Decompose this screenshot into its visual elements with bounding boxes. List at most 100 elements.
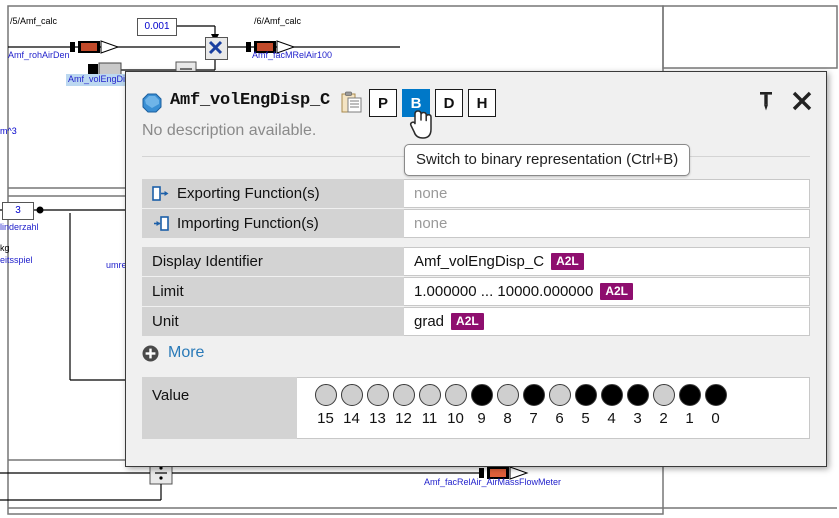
bit-toggle-9[interactable] [470,384,493,406]
bit-column-8[interactable]: 8 [495,384,520,427]
row-display-identifier[interactable]: Display Identifier Amf_volEngDisp_C A2L [142,247,810,276]
bit-index-5: 5 [581,410,590,427]
limit-label: Limit [142,277,404,306]
diagram-label-1: Amf_rohAirDen [8,50,70,60]
bit-index-3: 3 [633,410,642,427]
multiply-block[interactable] [205,37,228,60]
row-unit[interactable]: Unit grad A2L [142,307,810,336]
bit-column-10[interactable]: 10 [443,384,468,427]
bit-column-12[interactable]: 12 [391,384,416,427]
panel-header: Amf_volEngDisp_C P B D H No description … [126,72,826,139]
more-label: More [168,344,205,361]
bit-index-15: 15 [317,410,334,427]
bit-toggle-12[interactable] [392,384,415,406]
unit-value-cell[interactable]: grad A2L [404,307,810,336]
display-identifier-value-cell[interactable]: Amf_volEngDisp_C A2L [404,247,810,276]
constant-block-1[interactable]: 3 [2,202,34,220]
unit-badge: A2L [451,313,484,330]
diagram-label-8: eitsspiel [0,255,33,265]
bit-column-13[interactable]: 13 [365,384,390,427]
bit-toggle-5[interactable] [574,384,597,406]
constant-block-0[interactable]: 0.001 [137,18,177,36]
diagram-label-10: Amf_facRelAir_AirMassFlowMeter [424,477,562,487]
panel-description: No description available. [142,122,317,139]
exporting-functions-value[interactable]: none [404,179,810,208]
bit-toggle-10[interactable] [444,384,467,406]
bit-column-15[interactable]: 15 [313,384,338,427]
unit-value: grad [414,313,445,330]
bit-toggle-15[interactable] [314,384,337,406]
bit-column-5[interactable]: 5 [573,384,598,427]
bit-toggle-14[interactable] [340,384,363,406]
bit-toggle-8[interactable] [496,384,519,406]
importing-functions-value[interactable]: none [404,209,810,238]
function-rows: Exporting Function(s) none Importing Fun… [142,179,810,245]
mode-button-p[interactable]: P [369,89,397,117]
bit-index-4: 4 [607,410,616,427]
bit-index-13: 13 [369,410,386,427]
bit-column-2[interactable]: 2 [651,384,676,427]
bit-toggle-13[interactable] [366,384,389,406]
bit-toggle-1[interactable] [678,384,701,406]
bit-index-2: 2 [659,410,668,427]
bit-index-0: 0 [711,410,720,427]
limit-value: 1.000000 ... 10000.000000 [414,283,594,300]
bit-column-9[interactable]: 9 [469,384,494,427]
bit-toggle-2[interactable] [652,384,675,406]
panel-title: Amf_volEngDisp_C [170,91,331,110]
bit-column-4[interactable]: 4 [599,384,624,427]
limit-badge: A2L [600,283,634,300]
exporting-functions-label-cell: Exporting Function(s) [142,179,404,208]
importing-functions-label-cell: Importing Function(s) [142,209,404,238]
plus-icon [142,345,159,361]
bit-toggle-7[interactable] [522,384,545,406]
bit-index-6: 6 [555,410,564,427]
mode-button-d[interactable]: D [435,89,463,117]
diagram-label-6: linderzahl [0,222,39,232]
close-icon[interactable] [791,90,813,112]
row-exporting-functions[interactable]: Exporting Function(s) none [142,179,810,208]
exporting-functions-label: Exporting Function(s) [177,185,320,202]
hand-cursor [409,110,432,139]
bit-column-6[interactable]: 6 [547,384,572,427]
diagram-label-5: m^3 [0,126,17,136]
bit-column-1[interactable]: 1 [677,384,702,427]
property-panel[interactable]: Amf_volEngDisp_C P B D H No description … [125,71,827,467]
bit-column-7[interactable]: 7 [521,384,546,427]
tooltip: Switch to binary representation (Ctrl+B) [404,144,691,176]
diagram-label-3: Amf_facMRelAir100 [252,50,333,60]
bit-column-11[interactable]: 11 [417,384,442,427]
pin-icon[interactable] [755,90,777,112]
panel-header-icons[interactable] [755,90,813,112]
bit-index-7: 7 [529,410,538,427]
diagram-label-2: /6/Amf_calc [254,16,302,26]
bit-field[interactable]: 15 14 13 12 11 10 9 8 7 6 5 4 3 2 1 0 [297,377,810,439]
bit-column-14[interactable]: 14 [339,384,364,427]
multiply-icon [208,40,223,55]
bit-index-14: 14 [343,410,360,427]
bit-toggle-3[interactable] [626,384,649,406]
display-identifier-badge: A2L [551,253,584,270]
diagram-label-9: umre [106,260,127,270]
bit-column-3[interactable]: 3 [625,384,650,427]
bit-toggle-11[interactable] [418,384,441,406]
row-limit[interactable]: Limit 1.000000 ... 10000.000000 A2L [142,277,810,306]
value-label: Value [142,377,297,439]
mode-button-h[interactable]: H [468,89,496,117]
limit-value-cell[interactable]: 1.000000 ... 10000.000000 A2L [404,277,810,306]
diagram-label-7: kg [0,243,10,253]
bit-index-12: 12 [395,410,412,427]
clipboard-icon[interactable] [341,91,362,113]
bit-column-0[interactable]: 0 [703,384,728,427]
bit-toggle-0[interactable] [704,384,727,406]
more-toggle[interactable]: More [142,344,204,362]
value-block: Value 15 14 13 12 11 10 9 8 7 6 5 4 3 2 1 0 [142,377,810,439]
property-rows: Display Identifier Amf_volEngDisp_C A2L … [142,247,810,337]
unit-label: Unit [142,307,404,336]
bit-toggle-6[interactable] [548,384,571,406]
row-importing-functions[interactable]: Importing Function(s) none [142,209,810,238]
bit-list[interactable]: 15 14 13 12 11 10 9 8 7 6 5 4 3 2 1 0 [313,384,728,427]
import-function-icon [154,216,169,231]
blue-sphere-icon [142,93,162,113]
bit-toggle-4[interactable] [600,384,623,406]
